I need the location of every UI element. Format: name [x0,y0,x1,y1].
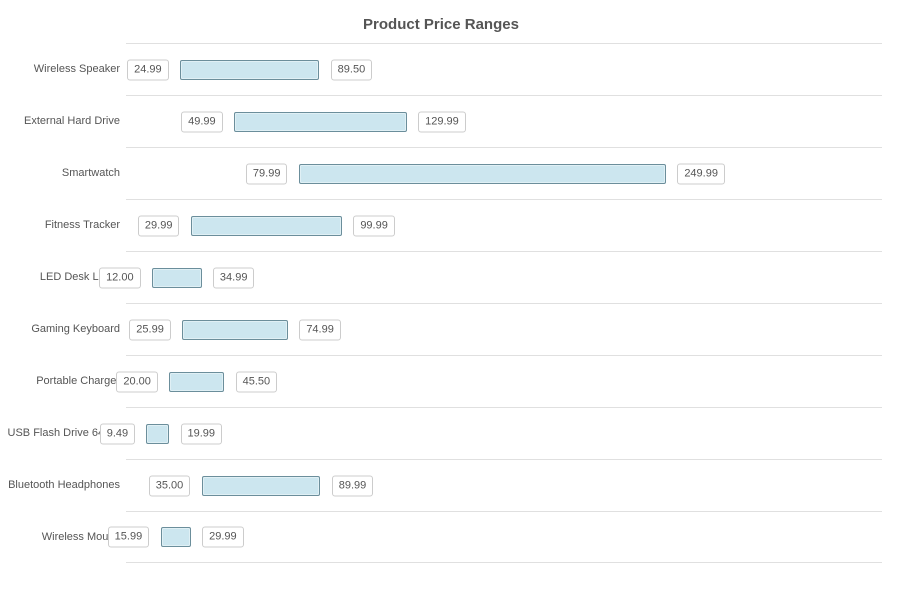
chart-row: Portable Charger20.0045.50 [0,355,882,407]
chart-row: Bluetooth Headphones 35.00 89.99 [0,459,882,511]
chart-row: External Hard Drive 49.99 129.99 [0,95,882,147]
low-value-label: 20.00 [116,371,158,392]
row-lane: 15.9929.99 [126,511,882,563]
row-label: Smartwatch [0,147,126,199]
range-bar [146,424,169,444]
high-value-label: 34.99 [213,267,255,288]
chart-row: Smartwatch 79.99 249.99 [0,147,882,199]
row-lane: 20.0045.50 [126,355,882,407]
row-lane: 79.99 249.99 [126,147,882,199]
row-lane: 25.99 74.99 [126,303,882,355]
low-value-label: 24.99 [127,59,169,80]
row-label: Gaming Keyboard [0,303,126,355]
range-bar [182,320,288,340]
range-bar [152,268,202,288]
range-bar [161,527,191,547]
row-lane: 9.4919.99 [126,407,882,459]
low-value-label: 79.99 [246,163,288,184]
high-value-label: 45.50 [236,371,278,392]
row-label: Wireless Speaker [0,43,126,95]
row-label: Bluetooth Headphones [0,459,126,511]
high-value-label: 89.99 [332,475,374,496]
row-lane: 12.0034.99 [126,251,882,303]
high-value-label: 129.99 [418,111,466,132]
chart-container: Product Price Ranges Wireless Speaker24.… [0,0,902,598]
chart-row: Wireless Speaker24.99 89.50 [0,43,882,95]
high-value-label: 29.99 [202,527,244,548]
range-bar [202,476,321,496]
low-value-label: 35.00 [149,475,191,496]
high-value-label: 74.99 [299,319,341,340]
chart-rows: Wireless Speaker24.99 89.50 External Hard … [0,43,882,563]
row-label: Portable Charger [0,355,126,407]
chart-row: LED Desk Lamp12.0034.99 [0,251,882,303]
range-bar [299,164,666,184]
low-value-label: 9.49 [100,423,135,444]
row-label: Fitness Tracker [0,199,126,251]
low-value-label: 49.99 [181,111,223,132]
range-bar [234,112,407,132]
high-value-label: 99.99 [353,215,395,236]
range-bar [169,372,224,392]
high-value-label: 249.99 [677,163,725,184]
chart-row: USB Flash Drive 64GB9.4919.99 [0,407,882,459]
low-value-label: 12.00 [99,267,141,288]
row-lane: 29.99 99.99 [126,199,882,251]
row-lane: 49.99 129.99 [126,95,882,147]
chart-row: Gaming Keyboard25.99 74.99 [0,303,882,355]
high-value-label: 19.99 [181,423,223,444]
chart-row: Fitness Tracker 29.99 99.99 [0,199,882,251]
row-label: External Hard Drive [0,95,126,147]
low-value-label: 15.99 [108,527,150,548]
high-value-label: 89.50 [331,59,373,80]
range-bar [180,60,319,80]
row-lane: 24.99 89.50 [126,43,882,95]
chart-row: Wireless Mouse15.9929.99 [0,511,882,563]
chart-title: Product Price Ranges [0,16,882,33]
low-value-label: 25.99 [129,319,171,340]
row-lane: 35.00 89.99 [126,459,882,511]
range-bar [191,216,342,236]
low-value-label: 29.99 [138,215,180,236]
